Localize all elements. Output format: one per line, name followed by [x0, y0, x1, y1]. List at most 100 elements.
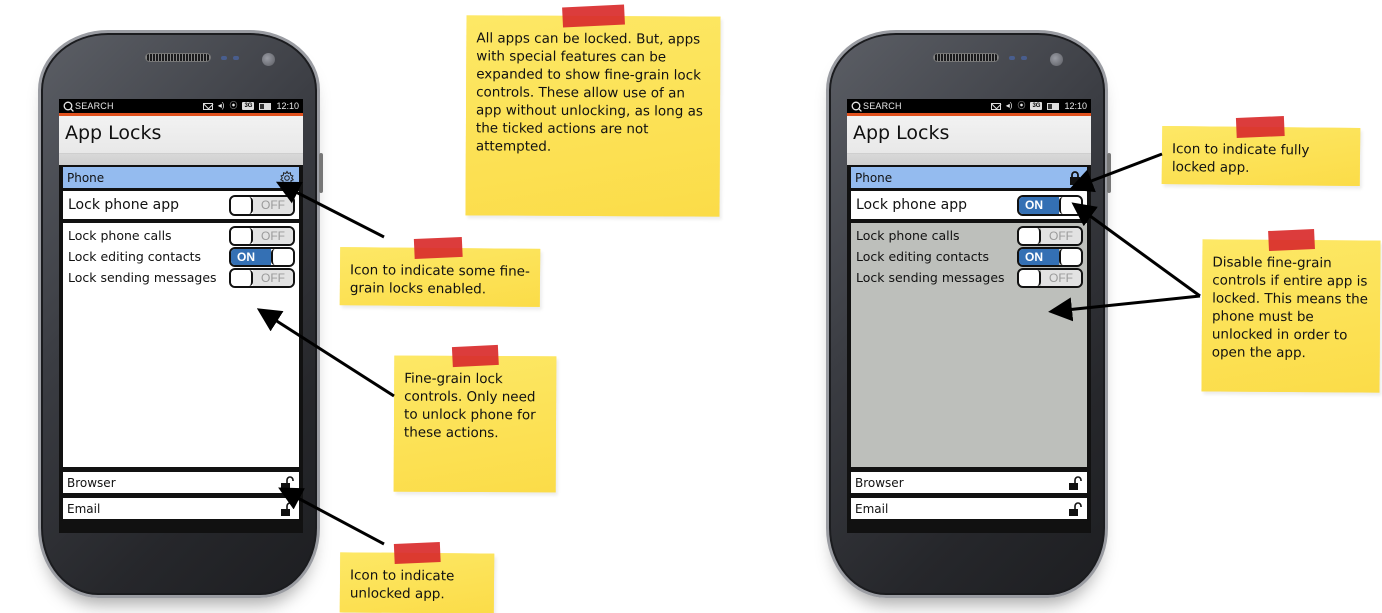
app-list: Phone Lock phone app ON Lock phone calls — [847, 165, 1091, 521]
toggle-off-label: OFF — [1041, 269, 1081, 286]
app-row-phone[interactable]: Phone — [61, 165, 301, 190]
tape — [413, 236, 463, 260]
unlock-icon — [1067, 501, 1083, 517]
toggle-off-label: OFF — [253, 269, 293, 286]
volume-icon: ◂) — [217, 101, 225, 110]
search-label: SEARCH — [863, 101, 902, 111]
search-button[interactable]: SEARCH — [63, 101, 114, 112]
toggle-on-label: ON — [1019, 248, 1059, 265]
toggle-knob — [1059, 196, 1081, 214]
fine-grain-label: Lock sending messages — [856, 270, 1005, 285]
unlock-icon — [1067, 475, 1083, 491]
side-button — [319, 153, 323, 193]
app-name: Email — [855, 501, 889, 516]
3g-icon: 3G — [1030, 102, 1043, 110]
note-text: Icon to indicate fully locked app. — [1171, 141, 1310, 176]
toggle-knob — [1059, 248, 1081, 265]
3g-icon: 3G — [242, 102, 255, 110]
app-name: Browser — [67, 475, 116, 490]
note-text: Icon to indicate unlocked app. — [349, 567, 455, 603]
sticky-note-disable: Disable fine-grain controls if entire ap… — [1201, 228, 1381, 393]
signal-icon: ⦿ — [1017, 101, 1026, 110]
app-name: Browser — [855, 475, 904, 490]
fine-grain-label: Lock phone calls — [68, 228, 172, 243]
lock-sending-messages-toggle[interactable]: OFF — [229, 267, 295, 288]
note-text: All apps can be locked. But, apps with s… — [475, 30, 703, 155]
search-label: SEARCH — [75, 101, 114, 111]
clock: 12:10 — [276, 101, 299, 111]
fine-grain-row: Lock editing contacts ON — [68, 246, 295, 267]
lock-sending-messages-toggle: OFF — [1017, 267, 1083, 288]
app-row-browser[interactable]: Browser — [849, 470, 1089, 495]
sticky-note-gear-icon: Icon to indicate some fine-grain locks e… — [339, 236, 541, 307]
lock-editing-contacts-toggle[interactable]: ON — [229, 246, 295, 267]
tape — [393, 542, 441, 564]
app-name: Phone — [855, 170, 893, 185]
unlock-icon — [279, 475, 295, 491]
sticky-note-intro: All apps can be locked. But, apps with s… — [465, 4, 721, 217]
lock-app-row: Lock phone app ON — [849, 191, 1089, 221]
proximity-sensor — [221, 56, 227, 60]
lock-app-label: Lock phone app — [68, 197, 179, 213]
sticky-note-locked-icon: Icon to indicate fully locked app. — [1161, 115, 1361, 187]
lock-app-toggle[interactable]: ON — [1017, 194, 1083, 216]
lock-app-label: Lock phone app — [856, 197, 967, 213]
note-text: Disable fine-grain controls if entire ap… — [1211, 254, 1369, 362]
lock-phone-calls-toggle[interactable]: OFF — [229, 225, 295, 246]
front-camera — [262, 53, 275, 66]
phone-mockup-expanded: SEARCH ◂) ⦿ 3G 12:10 App Locks Phone Loc… — [38, 30, 323, 598]
fine-grain-panel-disabled: Lock phone calls OFF Lock editing contac… — [849, 221, 1089, 469]
toggle-knob — [231, 269, 253, 286]
status-bar: SEARCH ◂) ⦿ 3G 12:10 — [59, 99, 303, 116]
title-divider — [59, 154, 303, 165]
toggle-knob — [271, 248, 293, 265]
tape — [1235, 115, 1285, 138]
battery-icon — [1047, 102, 1060, 110]
unlock-icon — [279, 501, 295, 517]
fine-grain-row: Lock sending messages OFF — [856, 267, 1083, 288]
battery-icon — [259, 102, 272, 110]
toggle-knob — [231, 227, 253, 244]
sticky-note-fine-grain: Fine-grain lock controls. Only need to u… — [393, 344, 557, 493]
phone-screen: SEARCH ◂) ⦿ 3G 12:10 App Locks Phone Loc… — [847, 99, 1091, 533]
fine-grain-label: Lock editing contacts — [68, 249, 202, 264]
phone-screen: SEARCH ◂) ⦿ 3G 12:10 App Locks Phone Loc… — [59, 99, 303, 533]
app-row-browser[interactable]: Browser — [61, 470, 301, 495]
side-button — [1107, 153, 1111, 193]
app-row-email[interactable]: Email — [849, 496, 1089, 521]
app-row-phone[interactable]: Phone — [849, 165, 1089, 190]
earpiece-speaker — [933, 53, 999, 62]
earpiece-speaker — [145, 53, 211, 62]
toggle-knob — [1019, 227, 1041, 244]
fine-grain-label: Lock sending messages — [68, 270, 217, 285]
gear-icon — [279, 170, 295, 186]
fine-grain-label: Lock editing contacts — [856, 249, 990, 264]
title-divider — [847, 154, 1091, 165]
fine-grain-row: Lock phone calls OFF — [856, 225, 1083, 246]
toggle-off-label: OFF — [253, 196, 293, 214]
lock-editing-contacts-toggle: ON — [1017, 246, 1083, 267]
toggle-off-label: OFF — [253, 227, 293, 244]
note-text: Fine-grain lock controls. Only need to u… — [403, 370, 536, 442]
tape — [562, 4, 625, 28]
mail-icon — [990, 102, 1001, 110]
toggle-off-label: OFF — [1041, 227, 1081, 244]
lock-app-toggle[interactable]: OFF — [229, 194, 295, 216]
volume-icon: ◂) — [1005, 101, 1013, 110]
search-icon — [63, 101, 74, 112]
page-title: App Locks — [59, 116, 303, 154]
tape — [1268, 228, 1315, 252]
phone-mockup-locked: SEARCH ◂) ⦿ 3G 12:10 App Locks Phone Loc… — [826, 30, 1111, 598]
toggle-knob — [231, 196, 253, 214]
search-button[interactable]: SEARCH — [851, 101, 902, 112]
toggle-on-label: ON — [231, 248, 271, 265]
fine-grain-panel: Lock phone calls OFF Lock editing contac… — [61, 221, 301, 469]
clock: 12:10 — [1064, 101, 1087, 111]
app-row-email[interactable]: Email — [61, 496, 301, 521]
app-name: Email — [67, 501, 101, 516]
light-sensor — [1021, 56, 1027, 60]
fine-grain-label: Lock phone calls — [856, 228, 960, 243]
mail-icon — [202, 102, 213, 110]
toggle-knob — [1019, 269, 1041, 286]
sticky-note-unlocked-icon: Icon to indicate unlocked app. — [339, 542, 495, 613]
